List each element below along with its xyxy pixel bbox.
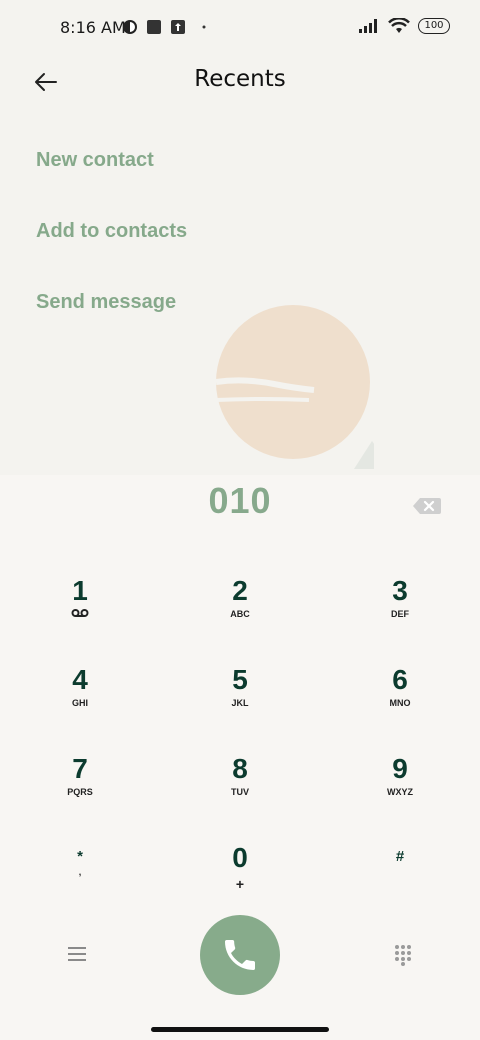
- key-letters: PQRS: [67, 787, 93, 797]
- system-icons: 100: [358, 18, 450, 34]
- key-letters: GHI: [71, 698, 88, 708]
- key-digit: 4: [72, 664, 88, 695]
- status-bar: 8:16 AM 100: [0, 0, 480, 56]
- key-7[interactable]: 7 PQRS: [20, 753, 140, 823]
- key-8[interactable]: 8 TUV: [180, 753, 300, 823]
- key-letters: +: [235, 876, 245, 892]
- voicemail-icon: [71, 609, 89, 617]
- bottom-action-bar: [0, 915, 480, 995]
- key-digit: 6: [392, 664, 408, 695]
- key-letters: ABC: [230, 609, 250, 619]
- key-digit: 8: [232, 753, 248, 784]
- dot-icon: [202, 25, 206, 29]
- key-digit: 5: [232, 664, 248, 695]
- phone-icon: [225, 940, 255, 970]
- dialed-number: 010: [208, 480, 272, 521]
- empty-state-illustration: [215, 305, 374, 469]
- add-to-contacts-action[interactable]: Add to contacts: [36, 213, 187, 284]
- backspace-icon[interactable]: [412, 496, 442, 516]
- key-4[interactable]: 4 GHI: [20, 664, 140, 734]
- key-digit: #: [395, 848, 405, 865]
- key-digit: 0: [232, 842, 248, 873]
- key-3[interactable]: 3 DEF: [340, 575, 460, 645]
- header: Recents: [0, 56, 480, 108]
- status-time: 8:16 AM: [60, 18, 126, 37]
- key-letters: MNO: [389, 698, 411, 708]
- call-button[interactable]: [200, 915, 280, 995]
- send-message-action[interactable]: Send message: [36, 284, 187, 355]
- action-list: New contact Add to contacts Send message: [36, 142, 187, 355]
- key-letters: ,: [78, 867, 82, 877]
- key-letters: JKL: [231, 698, 249, 708]
- key-0[interactable]: 0 +: [180, 842, 300, 912]
- key-digit: 9: [392, 753, 408, 784]
- new-contact-action[interactable]: New contact: [36, 142, 187, 213]
- battery-indicator: 100: [418, 18, 450, 34]
- key-6[interactable]: 6 MNO: [340, 664, 460, 734]
- key-digit: 3: [392, 575, 408, 606]
- key-letters: DEF: [391, 609, 409, 619]
- key-digit: 1: [72, 575, 88, 606]
- key-9[interactable]: 9 WXYZ: [340, 753, 460, 823]
- page-title: Recents: [194, 66, 286, 92]
- key-hash[interactable]: #: [340, 842, 460, 912]
- signal-icon: [359, 19, 377, 33]
- key-digit: *: [77, 848, 83, 865]
- wifi-icon: [388, 18, 410, 33]
- key-letters: TUV: [231, 787, 249, 797]
- app-notification-icon: [123, 20, 137, 34]
- key-5[interactable]: 5 JKL: [180, 664, 300, 734]
- key-2[interactable]: 2 ABC: [180, 575, 300, 645]
- notification-icons: [122, 19, 210, 35]
- home-indicator[interactable]: [151, 1027, 329, 1032]
- key-letters: WXYZ: [387, 787, 413, 797]
- dialpad-toggle-icon[interactable]: [393, 944, 413, 966]
- menu-icon[interactable]: [66, 944, 88, 964]
- square-notification-icon: [147, 20, 161, 34]
- key-digit: 7: [72, 753, 88, 784]
- key-digit: 2: [232, 575, 248, 606]
- upload-notification-icon: [171, 20, 185, 34]
- key-star[interactable]: * ,: [20, 842, 140, 912]
- key-1[interactable]: 1: [20, 575, 140, 645]
